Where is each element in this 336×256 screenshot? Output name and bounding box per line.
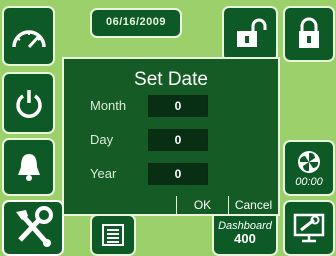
unlock-button[interactable] <box>222 6 278 62</box>
list-icon <box>102 224 124 246</box>
schedule-list-button[interactable] <box>90 214 136 256</box>
tools-icon <box>16 206 53 247</box>
fan-icon <box>298 150 320 173</box>
lock-button[interactable] <box>283 6 335 62</box>
power-button[interactable] <box>2 72 55 134</box>
month-label: Month <box>90 98 127 113</box>
year-label: Year <box>90 166 117 181</box>
service-button[interactable] <box>283 200 335 256</box>
power-icon <box>15 90 42 118</box>
fan-button[interactable]: 00:00 <box>283 140 335 196</box>
date-display[interactable]: 06/16/2009 <box>90 8 182 38</box>
ok-button[interactable]: OK <box>176 196 228 214</box>
month-input[interactable]: 0 <box>148 95 208 117</box>
cancel-button[interactable]: Cancel <box>228 196 278 214</box>
fan-timer: 00:00 <box>295 175 323 188</box>
day-label: Day <box>90 132 114 147</box>
wrench-monitor-icon <box>293 213 325 243</box>
alarm-button[interactable] <box>2 138 55 196</box>
thermostat-screen: 06/16/2009 00:00 Dashboard 400 Set Date … <box>0 0 336 256</box>
settings-tools-button[interactable] <box>2 200 64 256</box>
unlock-icon <box>237 18 267 47</box>
lock-icon <box>299 17 319 48</box>
bell-icon <box>17 154 40 181</box>
day-input[interactable]: 0 <box>148 129 208 151</box>
year-input[interactable]: 0 <box>148 163 208 185</box>
date-text: 06/16/2009 <box>105 16 167 28</box>
gauge-button[interactable] <box>2 6 55 66</box>
dashboard-value: 400 <box>234 231 256 246</box>
dashboard-button[interactable]: Dashboard 400 <box>212 210 278 256</box>
dialog-title: Set Date <box>134 69 208 90</box>
set-date-dialog: Set Date Month 0 Day 0 Year 0 OK Cancel <box>62 57 280 216</box>
gauge-icon <box>11 30 46 49</box>
dialog-button-bar: OK Cancel <box>64 196 278 214</box>
